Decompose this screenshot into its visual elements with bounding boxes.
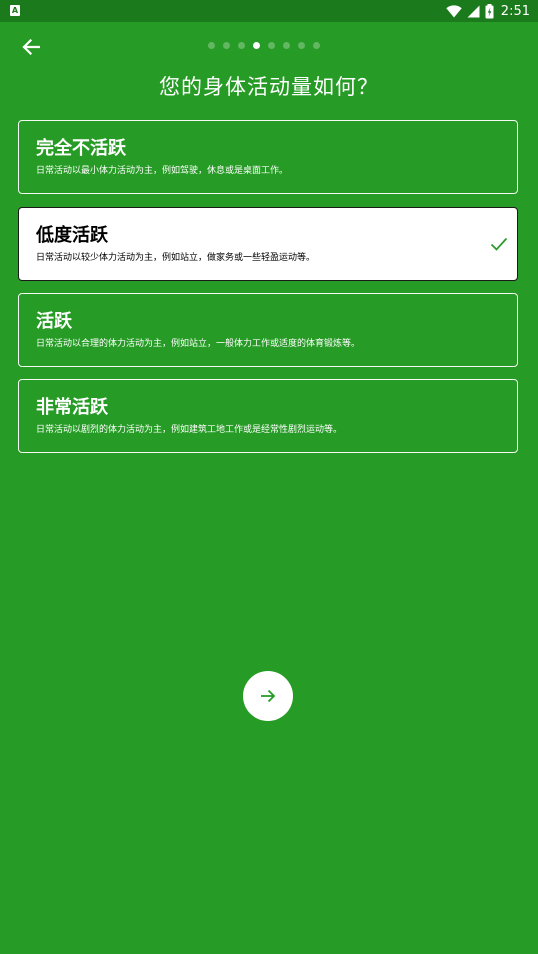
check-icon: [490, 237, 508, 251]
signal-icon: [467, 5, 480, 17]
option-description: 日常活动以剧烈的体力活动为主，例如建筑工地工作或是经常性剧烈运动等。: [36, 425, 343, 435]
option-title: 完全不活跃: [36, 138, 126, 159]
wifi-icon: [446, 4, 462, 18]
next-button[interactable]: [243, 671, 293, 721]
option-description: 日常活动以最小体力活动为主，例如驾驶，休息或是桌面工作。: [36, 166, 289, 176]
status-bar: A 2:51: [0, 0, 538, 22]
option-description: 日常活动以较少体力活动为主，例如站立，做家务或一些轻盈运动等。: [36, 253, 316, 263]
option-very-active[interactable]: 非常活跃 日常活动以剧烈的体力活动为主，例如建筑工地工作或是经常性剧烈运动等。: [18, 379, 518, 453]
back-button[interactable]: [18, 34, 44, 60]
status-time: 2:51: [500, 3, 530, 19]
option-title: 非常活跃: [36, 397, 108, 418]
arrow-right-icon: [261, 689, 276, 703]
option-title: 低度活跃: [36, 225, 108, 246]
page-dot: [268, 42, 275, 49]
page-dot: [238, 42, 245, 49]
page-dot: [283, 42, 290, 49]
battery-icon: [485, 3, 494, 18]
option-active[interactable]: 活跃 日常活动以合理的体力活动为主，例如站立，一般体力工作或适度的体育锻炼等。: [18, 293, 518, 367]
page-indicator: [208, 42, 320, 49]
page-dot: [313, 42, 320, 49]
status-icons: 2:51: [446, 0, 530, 22]
notification-icon: A: [10, 5, 20, 16]
option-title: 活跃: [36, 311, 72, 332]
page-dot: [298, 42, 305, 49]
arrow-left-icon: [22, 39, 40, 55]
page-dot-active: [253, 42, 260, 49]
page-title: 您的身体活动量如何？: [159, 75, 379, 99]
page-dot: [208, 42, 215, 49]
page-dot: [223, 42, 230, 49]
option-lightly-active[interactable]: 低度活跃 日常活动以较少体力活动为主，例如站立，做家务或一些轻盈运动等。: [18, 207, 518, 281]
option-description: 日常活动以合理的体力活动为主，例如站立，一般体力工作或适度的体育锻炼等。: [36, 339, 361, 349]
option-sedentary[interactable]: 完全不活跃 日常活动以最小体力活动为主，例如驾驶，休息或是桌面工作。: [18, 120, 518, 194]
